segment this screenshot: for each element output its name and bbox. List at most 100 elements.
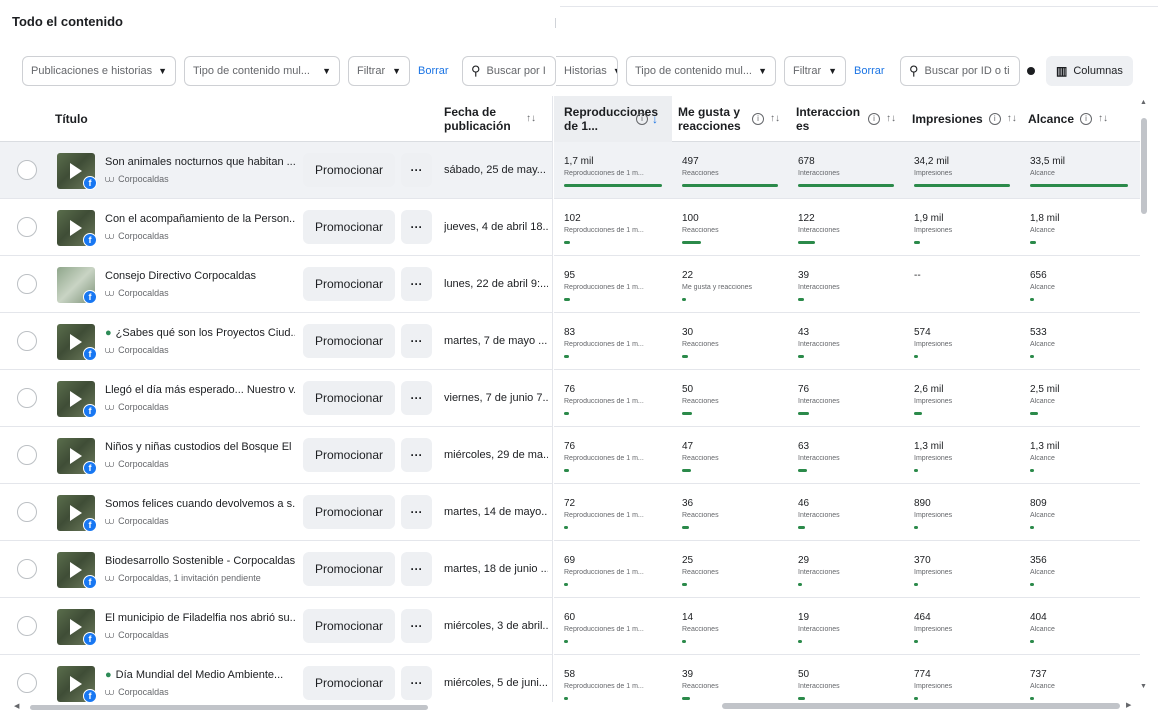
horizontal-scrollbar-left[interactable] xyxy=(30,705,428,710)
post-title[interactable]: Llegó el día más esperado... Nuestro v..… xyxy=(105,384,295,396)
header-likes[interactable]: Me gusta y reacciones i ↑↓ xyxy=(678,96,788,142)
metric-bar-fill xyxy=(682,526,689,529)
info-icon[interactable]: i xyxy=(988,113,1001,125)
table-row-metrics[interactable]: 95 Reproducciones de 1 m... 22 Me gusta y r… xyxy=(554,256,1140,313)
horizontal-scrollbar-right[interactable] xyxy=(722,703,1120,709)
table-row[interactable]: f Biodesarrollo Sostenible - Corpocaldas ⩊… xyxy=(0,541,552,598)
more-options-button[interactable]: ··· xyxy=(401,552,432,586)
table-row[interactable]: f Niños y niñas custodios del Bosque El .… xyxy=(0,427,552,484)
table-row[interactable]: f Llegó el día más esperado... Nuestro v.… xyxy=(0,370,552,427)
row-select-radio[interactable] xyxy=(17,559,37,579)
metric-bar-fill xyxy=(682,469,691,472)
header-plays[interactable]: Reproducciones de 1... i ↓ xyxy=(554,96,672,142)
scroll-right-icon[interactable]: ▶ xyxy=(1126,701,1131,709)
table-row-metrics[interactable]: 76 Reproducciones de 1 m... 50 Reacciones 76… xyxy=(554,370,1140,427)
more-options-button[interactable]: ··· xyxy=(401,210,432,244)
table-row[interactable]: f Somos felices cuando devolvemos a s... ⩊… xyxy=(0,484,552,541)
row-select-radio[interactable] xyxy=(17,445,37,465)
row-select-radio[interactable] xyxy=(17,388,37,408)
promote-button[interactable]: Promocionar xyxy=(303,153,395,187)
toolbar: Publicaciones e historias ▼ Tipo de cont… xyxy=(22,56,1142,86)
info-icon[interactable]: i xyxy=(636,113,648,125)
metric-value: 47 xyxy=(682,441,694,452)
more-options-button[interactable]: ··· xyxy=(401,438,432,472)
clear-filters-link[interactable]: Borrar xyxy=(418,56,449,86)
promote-button[interactable]: Promocionar xyxy=(303,666,395,700)
more-options-button[interactable]: ··· xyxy=(401,666,432,700)
post-title[interactable]: ● Día Mundial del Medio Ambiente... xyxy=(105,669,295,681)
filter-dropdown-right[interactable]: Filtrar ▼ xyxy=(784,56,846,86)
scroll-up-icon[interactable]: ▲ xyxy=(1140,99,1147,106)
search-input-left[interactable]: ⚲ Buscar por I xyxy=(462,56,556,86)
more-options-button[interactable]: ··· xyxy=(401,267,432,301)
header-title[interactable]: Título xyxy=(55,96,88,142)
table-row-metrics[interactable]: 76 Reproducciones de 1 m... 47 Reacciones 63… xyxy=(554,427,1140,484)
promote-button[interactable]: Promocionar xyxy=(303,267,395,301)
table-row[interactable]: f Con el acompañamiento de la Person... ⩊ C… xyxy=(0,199,552,256)
stories-dropdown[interactable]: Historias ▼ xyxy=(556,56,618,86)
more-options-button[interactable]: ··· xyxy=(401,153,432,187)
table-row-metrics[interactable]: 69 Reproducciones de 1 m... 25 Reacciones 29… xyxy=(554,541,1140,598)
clear-filters-link-right[interactable]: Borrar xyxy=(854,56,885,86)
promote-button[interactable]: Promocionar xyxy=(303,210,395,244)
post-title[interactable]: Biodesarrollo Sostenible - Corpocaldas xyxy=(105,555,295,567)
promote-button[interactable]: Promocionar xyxy=(303,609,395,643)
row-select-radio[interactable] xyxy=(17,274,37,294)
search-input-right[interactable]: ⚲ Buscar por ID o ti xyxy=(900,56,1020,86)
info-icon[interactable]: i xyxy=(868,113,880,125)
more-options-button[interactable]: ··· xyxy=(401,381,432,415)
vertical-scrollbar[interactable] xyxy=(1141,100,1149,700)
table-row-metrics[interactable]: 58 Reproducciones de 1 m... 39 Reacciones 50… xyxy=(554,655,1140,702)
post-title[interactable]: Consejo Directivo Corpocaldas xyxy=(105,270,295,282)
table-row[interactable]: f ● ¿Sabes qué son los Proyectos Ciud... ⩊ C… xyxy=(0,313,552,370)
metric-likes: 25 Reacciones xyxy=(672,541,788,598)
table-row-metrics[interactable]: 60 Reproducciones de 1 m... 14 Reacciones 19… xyxy=(554,598,1140,655)
promote-button[interactable]: Promocionar xyxy=(303,381,395,415)
scroll-down-icon[interactable]: ▼ xyxy=(1140,683,1147,690)
header-interactions[interactable]: Interacciones i ↑↓ xyxy=(796,96,906,142)
post-title[interactable]: Con el acompañamiento de la Person... xyxy=(105,213,295,225)
columns-button[interactable]: ▥ Columnas xyxy=(1046,56,1133,86)
table-row-metrics[interactable]: 72 Reproducciones de 1 m... 36 Reacciones 46… xyxy=(554,484,1140,541)
table-row-metrics[interactable]: 1,7 mil Reproducciones de 1 m... 497 Reacci… xyxy=(554,142,1140,199)
header-impressions[interactable]: Impresiones i ↑↓ xyxy=(912,96,1022,142)
info-icon[interactable]: i xyxy=(1080,113,1093,125)
table-row[interactable]: f ● Día Mundial del Medio Ambiente... ⩊ Corp… xyxy=(0,655,552,702)
scroll-left-icon[interactable]: ◀ xyxy=(14,702,19,710)
row-select-radio[interactable] xyxy=(17,217,37,237)
row-select-radio[interactable] xyxy=(17,616,37,636)
post-title[interactable]: El municipio de Filadelfia nos abrió su.… xyxy=(105,612,295,624)
header-reach[interactable]: Alcance i ↑↓ xyxy=(1028,96,1138,142)
more-options-button[interactable]: ··· xyxy=(401,495,432,529)
post-title[interactable]: ● ¿Sabes qué son los Proyectos Ciud... xyxy=(105,327,295,339)
promote-button[interactable]: Promocionar xyxy=(303,552,395,586)
more-options-button[interactable]: ··· xyxy=(401,324,432,358)
promote-button[interactable]: Promocionar xyxy=(303,495,395,529)
row-select-radio[interactable] xyxy=(17,673,37,693)
vertical-scroll-thumb[interactable] xyxy=(1141,118,1147,214)
table-row-metrics[interactable]: 83 Reproducciones de 1 m... 30 Reacciones 43… xyxy=(554,313,1140,370)
row-select-radio[interactable] xyxy=(17,331,37,351)
header-date[interactable]: Fecha de publicación ↑↓ xyxy=(444,96,548,142)
post-title[interactable]: Somos felices cuando devolvemos a s... xyxy=(105,498,295,510)
content-type-dropdown[interactable]: Publicaciones e historias ▼ xyxy=(22,56,176,86)
more-options-button[interactable]: ··· xyxy=(401,609,432,643)
status-dot-icon xyxy=(1027,67,1035,75)
metric-label: Reproducciones de 1 m... xyxy=(564,569,644,576)
post-title[interactable]: Niños y niñas custodios del Bosque El ..… xyxy=(105,441,295,453)
metric-bar-fill xyxy=(682,298,686,301)
table-row[interactable]: f Son animales nocturnos que habitan ... ⩊… xyxy=(0,142,552,199)
media-type-dropdown[interactable]: Tipo de contenido mul... ▼ xyxy=(184,56,340,86)
table-row[interactable]: f El municipio de Filadelfia nos abrió su… xyxy=(0,598,552,655)
row-select-radio[interactable] xyxy=(17,160,37,180)
media-type-dropdown-right[interactable]: Tipo de contenido mul... ▼ xyxy=(626,56,776,86)
promote-button[interactable]: Promocionar xyxy=(303,324,395,358)
table-row[interactable]: f Consejo Directivo Corpocaldas ⩊ Corpocald… xyxy=(0,256,552,313)
filter-dropdown[interactable]: Filtrar ▼ xyxy=(348,56,410,86)
table-row-metrics[interactable]: 102 Reproducciones de 1 m... 100 Reacciones… xyxy=(554,199,1140,256)
promote-button[interactable]: Promocionar xyxy=(303,438,395,472)
row-select-radio[interactable] xyxy=(17,502,37,522)
caret-down-icon: ▼ xyxy=(758,66,767,76)
post-title[interactable]: Son animales nocturnos que habitan ... xyxy=(105,156,295,168)
info-icon[interactable]: i xyxy=(752,113,764,125)
